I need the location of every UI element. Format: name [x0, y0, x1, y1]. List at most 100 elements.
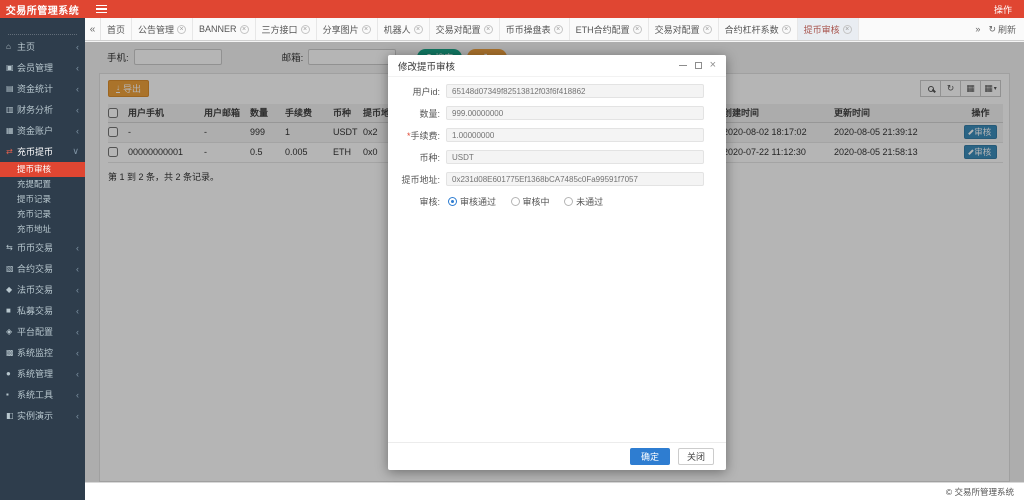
tabs-scroll-left-icon[interactable]: « — [85, 18, 101, 40]
sidebar-item-fund-accounts[interactable]: ▦ 资金账户 ‹ — [0, 120, 85, 141]
topbar-action-menu[interactable]: 操作 — [994, 3, 1012, 16]
users-icon: ▣ — [6, 63, 17, 72]
amount-input[interactable] — [446, 106, 704, 120]
fiat-icon: ◆ — [6, 285, 17, 294]
close-icon[interactable] — [301, 25, 310, 34]
refresh-icon: ↻ — [988, 24, 996, 35]
copyright-text: © 交易所管理系统 — [946, 486, 1014, 498]
close-icon[interactable] — [554, 25, 563, 34]
close-icon[interactable]: × — [710, 61, 716, 70]
userid-label: 用户id: — [388, 85, 440, 98]
sidebar-item-system-tools[interactable]: ▪ 系统工具 ‹ — [0, 384, 85, 405]
modal-title: 修改提币审核 — [398, 59, 455, 73]
close-icon[interactable] — [843, 25, 852, 34]
sidebar-item-deposit-address[interactable]: 充币地址 — [0, 222, 85, 237]
private-icon: ■ — [6, 306, 17, 315]
close-icon[interactable] — [703, 25, 712, 34]
tab-notice-manage[interactable]: 公告管理 — [132, 18, 193, 40]
tab-pair-config-2[interactable]: 交易对配置 — [649, 18, 719, 40]
address-input[interactable] — [446, 172, 704, 186]
edit-withdraw-audit-modal: 修改提币审核 × 用户id: 数量: *手续费: 币种: 提币地址: 审核: — [388, 55, 726, 470]
tab-leverage-coefficient[interactable]: 合约杠杆系数 — [719, 18, 798, 40]
sidebar-item-contract-trade[interactable]: ▧ 合约交易 ‹ — [0, 258, 85, 279]
userid-input[interactable] — [446, 84, 704, 98]
chevron-left-icon: ‹ — [76, 126, 79, 136]
close-icon[interactable] — [633, 25, 642, 34]
chevron-left-icon: ‹ — [76, 84, 79, 94]
page-footer: © 交易所管理系统 — [85, 482, 1024, 500]
sidebar-item-platform-config[interactable]: ◈ 平台配置 ‹ — [0, 321, 85, 342]
sidebar-item-members[interactable]: ▣ 会员管理 ‹ — [0, 57, 85, 78]
coin-label: 币种: — [388, 151, 440, 164]
refresh-button[interactable]: ↻ 刷新 — [988, 23, 1016, 36]
desktop-icon: ◧ — [6, 411, 17, 420]
close-icon[interactable] — [484, 25, 493, 34]
maximize-icon[interactable] — [695, 62, 702, 69]
sidebar-item-finance-analysis[interactable]: ▥ 财务分析 ‹ — [0, 99, 85, 120]
tab-pair-config-1[interactable]: 交易对配置 — [430, 18, 500, 40]
close-icon[interactable] — [782, 25, 791, 34]
tab-robot[interactable]: 机器人 — [378, 18, 430, 40]
radio-rejected[interactable]: 未通过 — [564, 195, 603, 208]
tab-banner[interactable]: BANNER — [193, 18, 256, 40]
app-title: 交易所管理系统 — [0, 2, 85, 17]
radio-approved[interactable]: 审核通过 — [448, 195, 496, 208]
menu-toggle-icon[interactable] — [96, 5, 107, 14]
coin-trade-icon: ⇆ — [6, 243, 17, 252]
confirm-button[interactable]: 确定 — [630, 448, 670, 465]
close-icon[interactable] — [362, 25, 371, 34]
sidebar-item-demo[interactable]: ◧ 实例演示 ‹ — [0, 405, 85, 426]
home-icon: ⌂ — [6, 42, 17, 51]
chevron-left-icon: ‹ — [76, 390, 79, 400]
sidebar-item-deposit-withdraw-config[interactable]: 充提配置 — [0, 177, 85, 192]
sidebar-item-fiat-trade[interactable]: ◆ 法币交易 ‹ — [0, 279, 85, 300]
fee-input[interactable] — [446, 128, 704, 142]
top-bar: 交易所管理系统 操作 — [0, 0, 1024, 18]
sidebar-item-home[interactable]: ⌂ 主页 ‹ — [0, 36, 85, 57]
radio-icon — [511, 197, 520, 206]
address-label: 提币地址: — [388, 173, 440, 186]
radio-pending[interactable]: 审核中 — [511, 195, 550, 208]
sidebar: ⌂ 主页 ‹ ▣ 会员管理 ‹ ▤ 资金统计 ‹ ▥ 财务分析 ‹ ▦ 资金账户… — [0, 18, 85, 500]
sidebar-item-system-manage[interactable]: ● 系统管理 ‹ — [0, 363, 85, 384]
cancel-button[interactable]: 关闭 — [678, 448, 714, 465]
sidebar-item-deposit-records[interactable]: 充币记录 — [0, 207, 85, 222]
coin-input[interactable] — [446, 150, 704, 164]
tab-share-image[interactable]: 分享图片 — [317, 18, 378, 40]
sidebar-item-withdraw-audit[interactable]: 提币审核 — [0, 162, 85, 177]
sidebar-item-withdraw-records[interactable]: 提币记录 — [0, 192, 85, 207]
tab-third-party[interactable]: 三方接口 — [256, 18, 317, 40]
close-icon[interactable] — [414, 25, 423, 34]
tabs-scroll-right-icon[interactable]: » — [975, 24, 980, 34]
amount-label: 数量: — [388, 107, 440, 120]
tab-withdraw-audit[interactable]: 提币审核 — [798, 18, 859, 40]
radio-icon — [564, 197, 573, 206]
audit-label: 审核: — [388, 195, 440, 208]
chevron-left-icon: ‹ — [76, 243, 79, 253]
chevron-left-icon: ‹ — [76, 411, 79, 421]
sidebar-item-fund-stats[interactable]: ▤ 资金统计 ‹ — [0, 78, 85, 99]
sidebar-submenu: 提币审核 充提配置 提币记录 充币记录 充币地址 — [0, 162, 85, 237]
chevron-down-icon: ∨ — [72, 146, 79, 157]
stats-icon: ▤ — [6, 84, 17, 93]
sidebar-divider — [8, 20, 77, 35]
fee-label: *手续费: — [388, 129, 440, 142]
tab-home[interactable]: 首页 — [101, 18, 132, 40]
sidebar-item-private-trade[interactable]: ■ 私募交易 ‹ — [0, 300, 85, 321]
minimize-icon[interactable] — [679, 65, 687, 67]
tab-eth-contract-config[interactable]: ETH合约配置 — [570, 18, 649, 40]
sidebar-item-deposit-withdraw[interactable]: ⇄ 充币提币 ∨ — [0, 141, 85, 162]
chevron-left-icon: ‹ — [76, 348, 79, 358]
tab-coin-market-table[interactable]: 币币操盘表 — [500, 18, 570, 40]
chevron-left-icon: ‹ — [76, 63, 79, 73]
close-icon[interactable] — [240, 25, 249, 34]
tab-bar: « 首页 公告管理 BANNER 三方接口 分享图片 机器人 交易对配置 币币操… — [85, 18, 1024, 41]
sidebar-item-coin-trade[interactable]: ⇆ 币币交易 ‹ — [0, 237, 85, 258]
monitor-icon: ▩ — [6, 348, 17, 357]
chevron-left-icon: ‹ — [76, 42, 79, 52]
chevron-left-icon: ‹ — [76, 306, 79, 316]
chevron-left-icon: ‹ — [76, 105, 79, 115]
close-icon[interactable] — [177, 25, 186, 34]
tools-icon: ▪ — [6, 390, 17, 399]
sidebar-item-system-monitor[interactable]: ▩ 系统监控 ‹ — [0, 342, 85, 363]
